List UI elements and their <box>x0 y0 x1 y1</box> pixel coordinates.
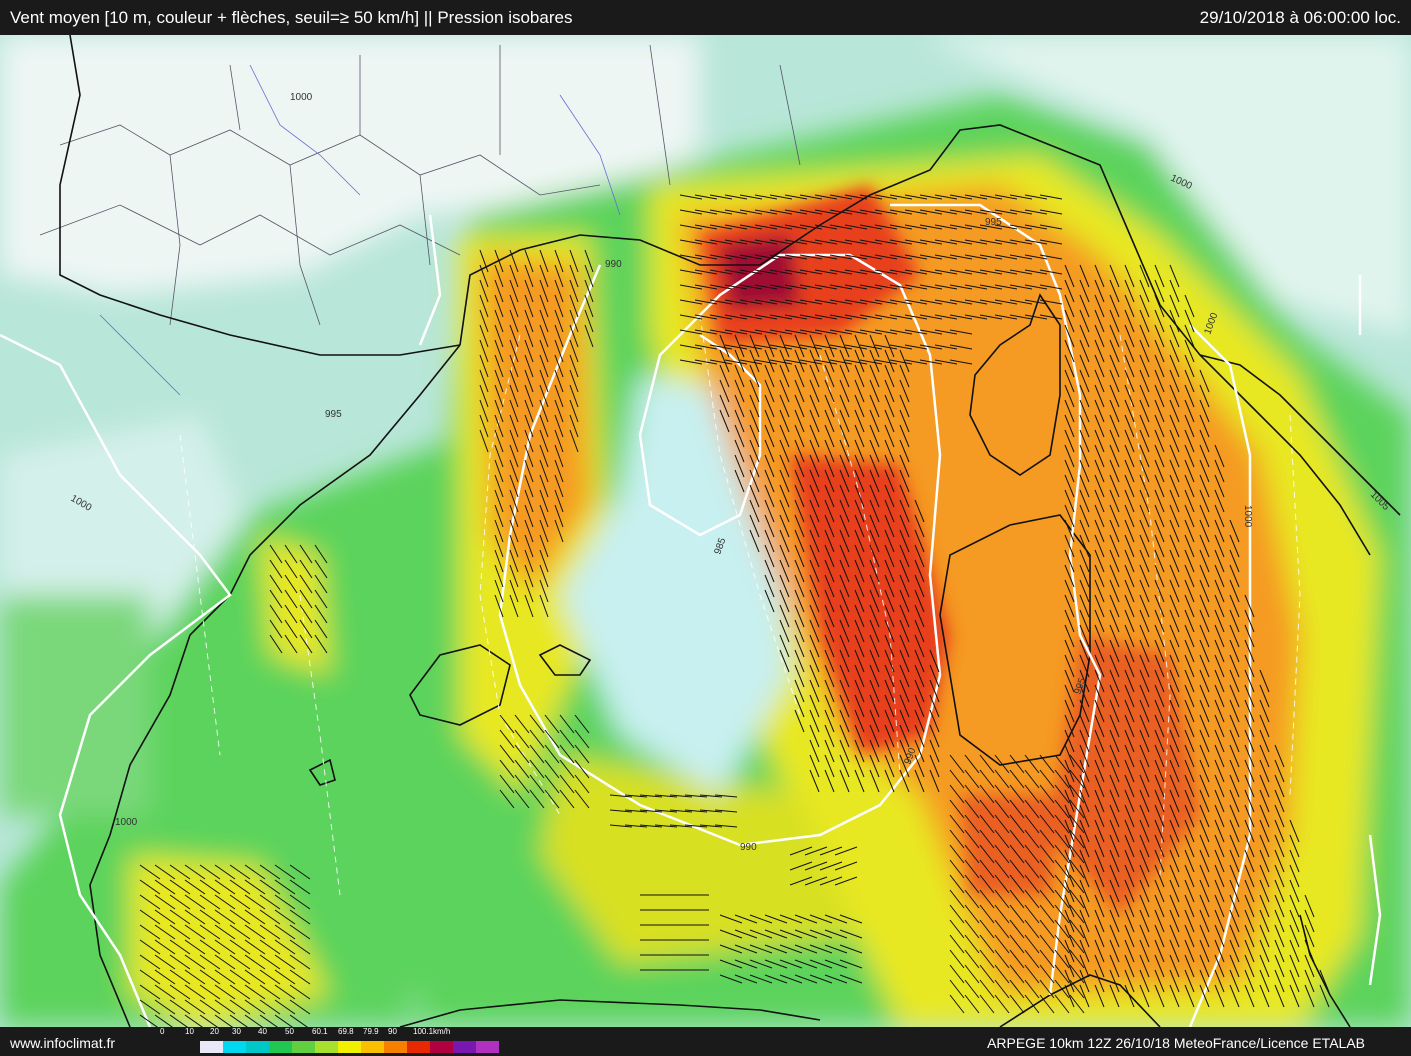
legend-label: 69.8 <box>338 1027 354 1036</box>
legend-label: 60.1 <box>312 1027 328 1036</box>
model-credits: ARPEGE 10km 12Z 26/10/18 MeteoFrance/Lic… <box>987 1035 1365 1051</box>
legend-swatch <box>269 1041 292 1053</box>
legend-swatch <box>338 1041 361 1053</box>
legend-swatch <box>453 1041 476 1053</box>
legend-swatch <box>407 1041 430 1053</box>
map-datetime: 29/10/2018 à 06:00:00 loc. <box>1199 7 1401 27</box>
legend-label: 100.1km/h <box>413 1027 451 1036</box>
legend-labels: 0 10 20 30 40 50 60.1 69.8 79.9 90 100.1km/h <box>160 1027 460 1039</box>
isobar-label: 990 <box>740 842 757 853</box>
site-url: www.infoclimat.fr <box>10 1035 116 1051</box>
legend-swatch <box>292 1041 315 1053</box>
isobar-label: 1000 <box>115 817 138 828</box>
legend-label: 10 <box>185 1027 194 1036</box>
legend-label: 40 <box>258 1027 267 1036</box>
isobar-label: 1000 <box>290 92 313 103</box>
map-title: Vent moyen [10 m, couleur + flèches, seu… <box>10 7 573 27</box>
legend-swatch <box>315 1041 338 1053</box>
legend-label: 20 <box>210 1027 219 1036</box>
legend-swatch <box>246 1041 269 1053</box>
legend-swatch <box>223 1041 246 1053</box>
legend-label: 30 <box>232 1027 241 1036</box>
isobar-label: 1000 <box>1242 505 1253 528</box>
isobar-label: 990 <box>605 259 622 270</box>
legend-label: 0 <box>160 1027 165 1036</box>
legend-swatch <box>384 1041 407 1053</box>
legend-label: 50 <box>285 1027 294 1036</box>
legend-swatch <box>476 1041 499 1053</box>
legend-color-scale <box>200 1041 499 1053</box>
legend-label: 79.9 <box>363 1027 379 1036</box>
isobar-label: 995 <box>985 217 1002 228</box>
legend-swatch <box>361 1041 384 1053</box>
footer-bar: www.infoclimat.fr 0 10 20 30 40 50 60.1 69.8 79.… <box>0 1027 1411 1056</box>
legend-label: 90 <box>388 1027 397 1036</box>
isobar-label: 995 <box>325 409 342 420</box>
title-bar: Vent moyen [10 m, couleur + flèches, seu… <box>0 0 1411 35</box>
legend-swatch <box>430 1041 453 1053</box>
wind-map: 1000 995 990 985 1005 995 990 1000 1000 … <box>0 35 1411 1027</box>
legend-swatch <box>200 1041 223 1053</box>
